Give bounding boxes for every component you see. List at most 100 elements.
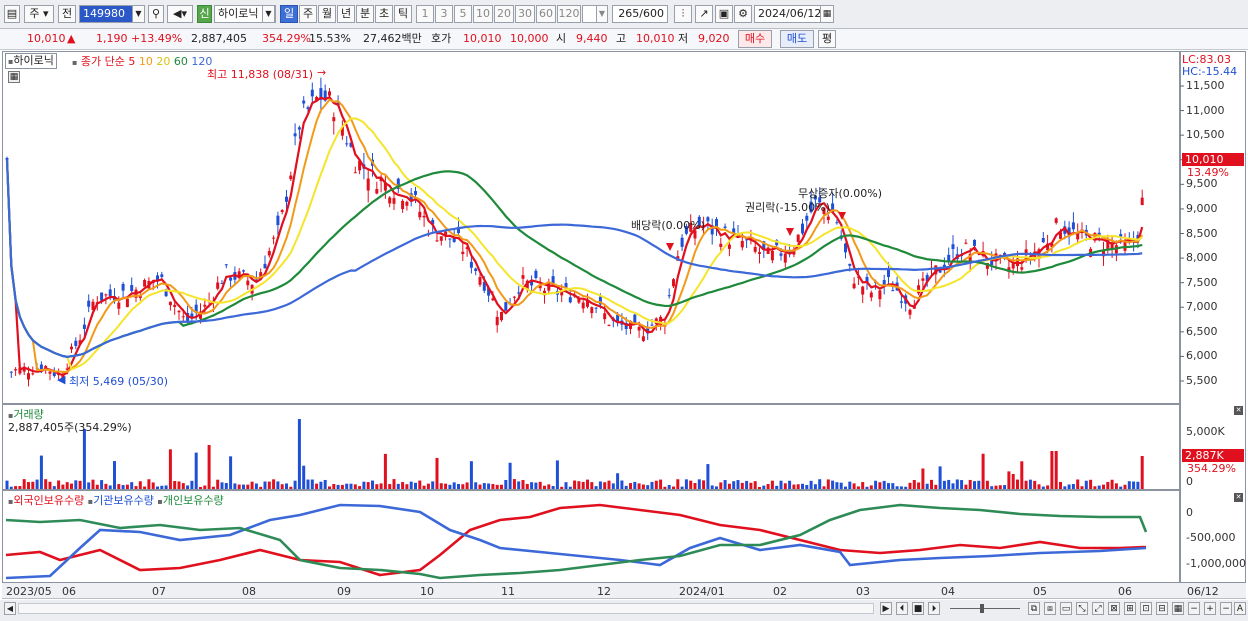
volume-bar [474, 482, 478, 489]
tool-icon-9[interactable]: ⊟ [1156, 602, 1168, 615]
volume-current-tag: 2,887K [1182, 449, 1244, 462]
candle-body [878, 290, 882, 300]
volume-bar [921, 468, 925, 489]
volume-bar [547, 484, 551, 489]
volume-close-icon[interactable]: ✕ [1234, 406, 1243, 415]
candle-body [108, 289, 112, 297]
volume-bar [551, 486, 555, 489]
scroll-right-icon[interactable]: ▶ [880, 602, 892, 615]
volume-bar [366, 482, 370, 489]
volume-bar [1020, 461, 1024, 489]
volume-bar [1097, 485, 1101, 489]
volume-bar [177, 481, 181, 489]
volume-bar [104, 483, 108, 489]
volume-bar [199, 486, 202, 489]
volume-bar [1050, 451, 1054, 489]
candle-body [887, 269, 890, 277]
volume-bar [164, 485, 168, 489]
candle-body [401, 200, 405, 210]
volume-bar [904, 486, 908, 489]
volume-bar [590, 482, 594, 489]
tool-icon-10[interactable]: ▦ [1172, 602, 1184, 615]
candle-body [951, 244, 955, 250]
volume-bar [930, 479, 933, 489]
zoom-minus-icon[interactable]: − [1188, 602, 1200, 615]
tool-icon-2[interactable]: ⧈ [1044, 602, 1056, 615]
volume-bar [500, 484, 503, 489]
candle-body [805, 215, 809, 221]
candle-body [474, 268, 478, 272]
low-arrow-icon: ◀ [57, 373, 66, 386]
candle-body [852, 283, 856, 289]
tool-icon-5[interactable]: ⤢ [1092, 602, 1104, 615]
candle-body [633, 314, 637, 323]
candle-body [908, 309, 912, 315]
tool-icon-1[interactable]: ⧉ [1028, 602, 1040, 615]
volume-bar [224, 483, 228, 489]
reset-zoom-icon[interactable]: − [1220, 602, 1232, 615]
holding-close-icon[interactable]: ✕ [1234, 493, 1243, 502]
candle-body [581, 302, 585, 309]
volume-bar [52, 486, 56, 489]
step-back-icon[interactable]: ⏴ [896, 602, 908, 615]
volume-bar [353, 484, 357, 489]
volume-bar [340, 484, 344, 489]
volume-bar [491, 484, 495, 489]
volume-bar [1114, 483, 1118, 489]
zoom-slider[interactable] [950, 603, 1020, 614]
volume-bar [1140, 456, 1144, 489]
volume-bar [869, 485, 873, 489]
candle-body [672, 279, 675, 287]
font-size-icon[interactable]: A [1234, 602, 1246, 615]
step-forward-icon[interactable]: ⏵ [928, 602, 940, 615]
stop-icon[interactable]: ■ [912, 602, 924, 615]
tool-icon-7[interactable]: ⊞ [1124, 602, 1136, 615]
candle-body [706, 217, 710, 222]
volume-tick-5000k: 5,000K [1186, 425, 1225, 438]
volume-bar [259, 486, 263, 489]
volume-bar [418, 480, 422, 489]
scroll-left-icon[interactable]: ◀ [4, 602, 16, 615]
volume-bar [822, 486, 826, 489]
volume-bar [147, 479, 151, 489]
volume-bar [1102, 484, 1105, 489]
volume-bar [108, 485, 112, 489]
candle-body [276, 215, 280, 226]
volume-bar [1067, 484, 1071, 489]
volume-bar [444, 483, 448, 489]
volume-bar [788, 480, 792, 489]
scrollbar-track[interactable] [18, 603, 874, 614]
volume-bar [702, 480, 706, 489]
candle-body [216, 282, 220, 289]
volume-bar [194, 452, 198, 489]
volume-bar [573, 480, 577, 489]
candle-body [1054, 218, 1058, 223]
volume-bar [878, 482, 882, 489]
volume-bar [465, 482, 469, 489]
chart-canvas[interactable] [0, 0, 1248, 621]
volume-bar [233, 483, 237, 489]
volume-bar [246, 484, 250, 489]
candle-body [125, 298, 129, 308]
volume-bar [693, 483, 697, 489]
institution-holding-label: 기관보유수량 [93, 494, 154, 507]
tool-icon-3[interactable]: ▭ [1060, 602, 1072, 615]
zoom-plus-icon[interactable]: + [1204, 602, 1216, 615]
candle-body [439, 236, 443, 241]
tool-icon-6[interactable]: ⊠ [1108, 602, 1120, 615]
volume-bar [981, 453, 985, 489]
tool-icon-8[interactable]: ⊡ [1140, 602, 1152, 615]
volume-bar [1136, 481, 1140, 489]
candle-body [297, 127, 301, 130]
volume-bar [392, 479, 396, 489]
candle-body [680, 237, 684, 247]
x-label-5: 10 [420, 585, 434, 598]
current-price-tag: 10,010 [1182, 153, 1244, 166]
candle-body [796, 234, 800, 242]
volume-bar [125, 484, 129, 489]
volume-bar [925, 483, 929, 489]
ma-line-120 [5, 159, 1143, 358]
volume-bar [181, 483, 185, 489]
tool-icon-4[interactable]: ⤡ [1076, 602, 1088, 615]
volume-tick-0: 0 [1186, 475, 1193, 488]
